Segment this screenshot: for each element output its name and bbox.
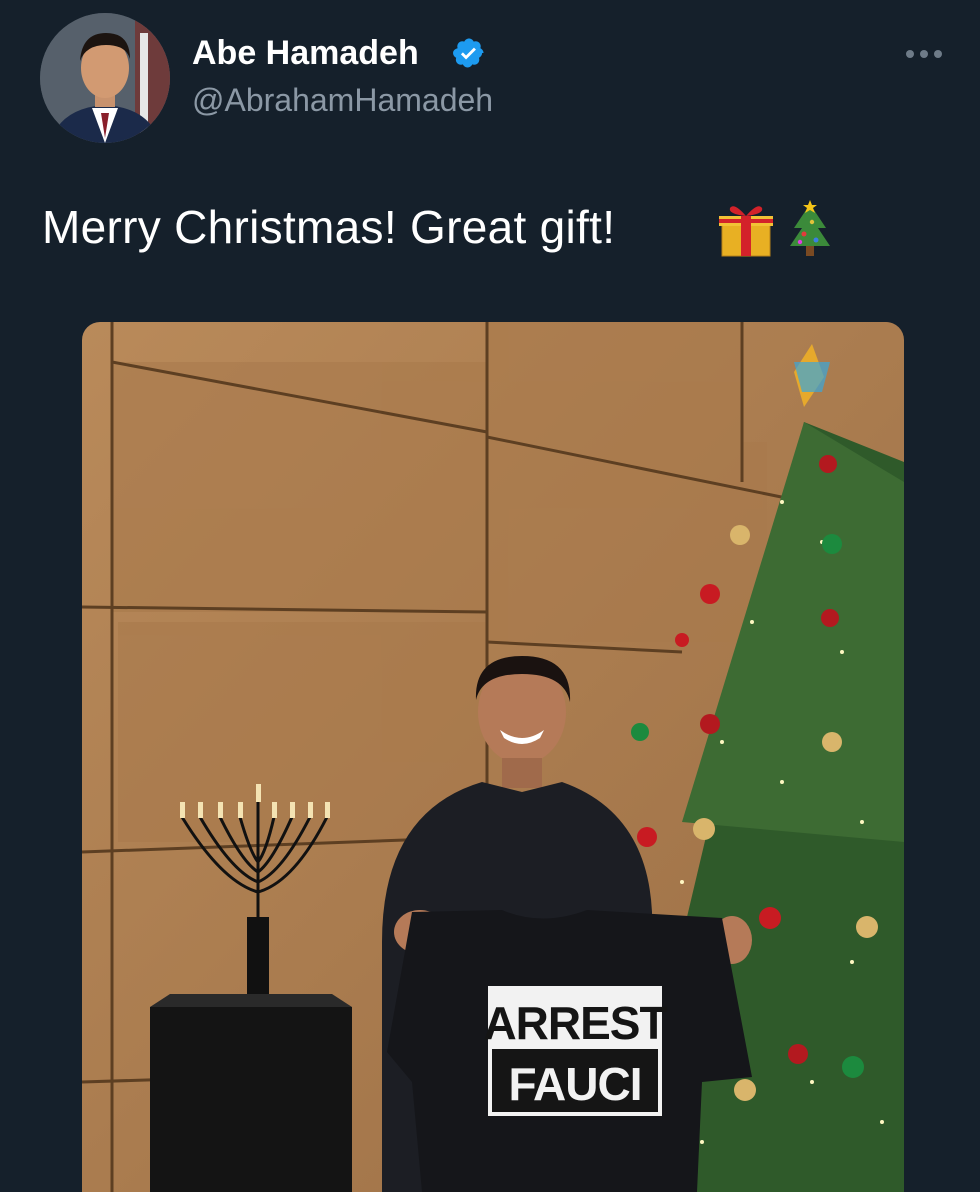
author-handle[interactable]: @AbrahamHamadeh [192, 82, 493, 119]
author-avatar[interactable] [40, 13, 170, 143]
shirt-text-line1: ARREST [483, 997, 667, 1049]
photo-scene: ARREST FAUCI [82, 322, 904, 1192]
tweet-text: Merry Christmas! Great gift! [42, 201, 616, 253]
wrapped-gift-icon [719, 206, 773, 257]
verified-badge-icon [453, 38, 484, 68]
author-name[interactable]: Abe Hamadeh [192, 34, 419, 73]
more-options-icon[interactable] [900, 42, 948, 66]
tweet-photo[interactable]: ARREST FAUCI [82, 322, 904, 1192]
avatar-image [40, 13, 170, 143]
christmas-tree-icon [790, 200, 830, 256]
shirt-text-line2: FAUCI [509, 1058, 642, 1110]
